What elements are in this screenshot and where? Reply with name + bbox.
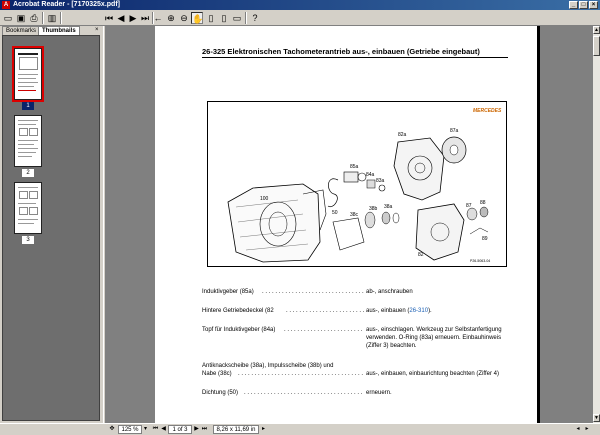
- last-page-icon[interactable]: ⏭: [139, 12, 151, 24]
- fig-label: 83a: [376, 178, 385, 184]
- go-back-icon[interactable]: ←: [152, 12, 164, 24]
- step-part: Hintere Getriebedeckel (82: [202, 308, 274, 314]
- fig-label: 84a: [366, 172, 375, 178]
- tab-thumbnails[interactable]: Thumbnails: [38, 26, 80, 35]
- leader-dots: . . . . . . . . . . . . . . . . . . . . …: [286, 308, 364, 314]
- page-indicator[interactable]: 1 of 3: [168, 425, 192, 434]
- thumbnail-label-3[interactable]: 3: [22, 236, 34, 244]
- show-navigation-icon[interactable]: ▥: [46, 12, 58, 24]
- step-part: Dichtung (50): [202, 390, 239, 396]
- step-action: aus-, einbauen, einbaurichtung beachten …: [366, 371, 499, 377]
- step-part: Nabe (38c): [202, 371, 232, 377]
- open-icon[interactable]: ▭: [2, 12, 14, 24]
- previous-page-icon[interactable]: ◀: [115, 12, 127, 24]
- page-heading: 26-325 Elektronischen Tachometerantrieb …: [202, 47, 480, 56]
- navigation-pane: Bookmarks Thumbnails × 1 2 3: [0, 26, 103, 423]
- thumbnail-list: 1 2 3: [2, 35, 100, 421]
- window-title: Acrobat Reader - [7170325x.pdf]: [13, 1, 120, 8]
- leader-dots: . . . . . . . . . . . . . . . . . . . . …: [244, 390, 364, 396]
- fig-label: 38c: [350, 212, 359, 218]
- logo: MERCEDES: [473, 108, 502, 114]
- thumbnail-label-2[interactable]: 2: [22, 169, 34, 177]
- close-pane-icon[interactable]: ×: [95, 27, 99, 33]
- step-part: Antiknackscheibe (38a), Impulsscheibe (3…: [202, 363, 334, 369]
- next-page-icon[interactable]: ▶: [127, 12, 139, 24]
- first-page-icon[interactable]: ⏮: [152, 425, 159, 434]
- step-action: verwenden. O-Ring (83a) erneuern. Einbau…: [366, 335, 502, 341]
- zoom-in-icon[interactable]: ⊕: [165, 12, 177, 24]
- step-action: erneuern.: [366, 390, 392, 396]
- zoom-out-icon[interactable]: ⊖: [178, 12, 190, 24]
- fig-label: 38b: [369, 206, 378, 212]
- reference-link-26-310[interactable]: 26-310: [409, 308, 428, 314]
- step-action: ab-, anschrauben: [366, 289, 413, 295]
- fig-label: 38a: [384, 204, 393, 210]
- next-page-icon[interactable]: ▶: [193, 425, 200, 434]
- title-bar: A Acrobat Reader - [7170325x.pdf] _ □ ×: [0, 0, 600, 10]
- document-page: 26-325 Elektronischen Tachometerantrieb …: [155, 26, 540, 423]
- fig-label: 85a: [350, 164, 359, 170]
- fig-label: 50: [332, 210, 338, 216]
- thumbnail-page-1[interactable]: [12, 46, 44, 102]
- scroll-right-icon[interactable]: ▸: [583, 425, 591, 434]
- leader-dots: . . . . . . . . . . . . . . . . . . . . …: [284, 327, 363, 333]
- step-action: aus-, einbauen (26-310).: [366, 308, 432, 314]
- help-icon[interactable]: ?: [249, 12, 261, 24]
- print-icon[interactable]: ⎙: [28, 12, 40, 24]
- scroll-thumb[interactable]: [593, 36, 600, 56]
- status-bar: ✥ 125 % ▾ ⏮ ◀ 1 of 3 ▶ ⏭ 8,26 x 11,69 in…: [0, 423, 600, 435]
- thumbnail-label-1[interactable]: 1: [22, 102, 34, 110]
- leader-dots: . . . . . . . . . . . . . . . . . . . . …: [238, 371, 364, 377]
- zoom-field[interactable]: 125 %: [118, 425, 142, 434]
- step-part: Induktivgeber (85a): [202, 289, 254, 295]
- fit-width-icon[interactable]: ▭: [231, 12, 243, 24]
- actual-size-icon[interactable]: ▯: [205, 12, 217, 24]
- fig-label: 100: [260, 196, 269, 202]
- figure-code: P26-5063-04: [470, 259, 490, 263]
- maximize-button[interactable]: □: [579, 1, 588, 9]
- fig-label: 87a: [450, 128, 459, 134]
- last-page-icon[interactable]: ⏭: [201, 425, 208, 434]
- minimize-button[interactable]: _: [569, 1, 578, 9]
- page-size-indicator: 8,26 x 11,69 in: [213, 425, 259, 434]
- toolbar: ▭ ▣ ⎙ ▥ ⏮ ◀ ▶ ⏭ ← ⊕ ⊖ ✋ ▯ ▯ ▭ ?: [0, 10, 600, 26]
- scroll-up-button[interactable]: ▲: [593, 26, 600, 34]
- scroll-down-button[interactable]: ▼: [593, 414, 600, 422]
- tab-bookmarks[interactable]: Bookmarks: [2, 26, 41, 35]
- step-action: (Ziffer 3) beachten.: [366, 343, 417, 349]
- page-view-icon[interactable]: ✥: [108, 425, 116, 434]
- heading-rule: [202, 57, 508, 58]
- scroll-left-icon[interactable]: ◂: [574, 425, 582, 434]
- fit-page-icon[interactable]: ▯: [218, 12, 230, 24]
- hand-tool-icon[interactable]: ✋: [191, 12, 203, 24]
- step-action: aus-, einschlagen. Werkzeug zur Selbstan…: [366, 327, 502, 333]
- zoom-menu-icon[interactable]: ▾: [142, 425, 149, 434]
- save-icon[interactable]: ▣: [15, 12, 27, 24]
- close-button[interactable]: ×: [589, 1, 598, 9]
- fig-label: 82a: [398, 132, 407, 138]
- fig-label: 89: [482, 236, 488, 242]
- exploded-view-figure: MERCEDES 85a 84a 83a 82a 87a 100 50 38c …: [207, 101, 507, 267]
- acrobat-icon: A: [2, 1, 10, 9]
- step-part: Topf für Induktivgeber (84a): [202, 327, 276, 333]
- fig-label: 87: [466, 203, 472, 209]
- fig-label: 82: [418, 252, 424, 258]
- vertical-scrollbar[interactable]: ▲ ▼: [592, 26, 600, 423]
- document-viewer[interactable]: 26-325 Elektronischen Tachometerantrieb …: [106, 26, 592, 423]
- leader-dots: . . . . . . . . . . . . . . . . . . . . …: [262, 289, 364, 295]
- previous-page-icon[interactable]: ◀: [160, 425, 167, 434]
- page-size-menu-icon[interactable]: ▸: [260, 425, 267, 434]
- thumbnail-page-3[interactable]: [14, 182, 42, 234]
- thumbnail-page-2[interactable]: [14, 115, 42, 167]
- fig-label: 88: [480, 200, 486, 206]
- first-page-icon[interactable]: ⏮: [103, 12, 115, 24]
